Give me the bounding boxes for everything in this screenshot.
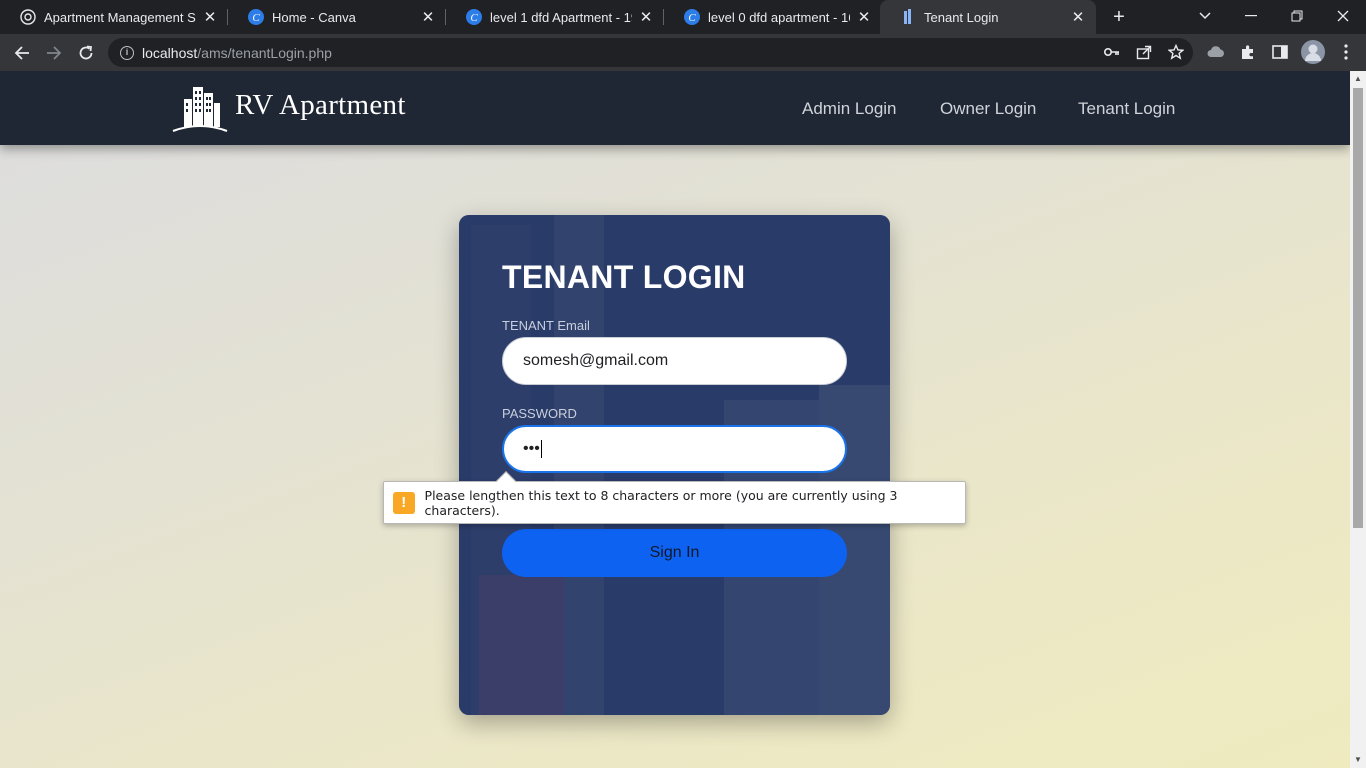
restore-icon[interactable] xyxy=(1274,0,1320,32)
extension-cloud-icon[interactable] xyxy=(1206,42,1226,62)
scroll-down-icon[interactable]: ▼ xyxy=(1354,755,1362,764)
sign-in-button[interactable]: Sign In xyxy=(502,529,847,577)
share-icon[interactable] xyxy=(1134,42,1154,62)
password-mask: ••• xyxy=(523,440,540,457)
tab-level0-dfd[interactable]: C level 0 dfd apartment - 1600 ✕ xyxy=(664,0,882,34)
tab-apartment-management[interactable]: Apartment Management Sys ✕ xyxy=(0,0,228,34)
canva-icon: C xyxy=(248,9,264,25)
close-window-icon[interactable] xyxy=(1320,0,1366,32)
scroll-up-icon[interactable]: ▲ xyxy=(1354,74,1362,83)
tab-title: level 0 dfd apartment - 1600 xyxy=(708,9,850,25)
bookmark-star-icon[interactable] xyxy=(1166,42,1186,62)
new-tab-icon[interactable]: + xyxy=(1108,6,1130,28)
svg-text:C: C xyxy=(252,12,260,24)
tab-title: Apartment Management Sys xyxy=(44,9,196,25)
close-icon[interactable]: ✕ xyxy=(638,8,654,26)
nav-tenant-login[interactable]: Tenant Login xyxy=(1078,99,1175,119)
building-logo-icon[interactable] xyxy=(172,83,228,133)
email-value: somesh@gmail.com xyxy=(523,352,669,369)
browser-toolbar: i localhost/ams/tenantLogin.php xyxy=(0,34,1366,71)
login-title: TENANT LOGIN xyxy=(502,259,746,295)
site-info-icon[interactable]: i xyxy=(120,45,134,60)
page-scrollbar[interactable]: ▲ ▼ xyxy=(1350,71,1366,768)
close-icon[interactable]: ✕ xyxy=(856,8,872,26)
browser-tabstrip: Apartment Management Sys ✕ C Home - Canv… xyxy=(0,0,1366,34)
email-field[interactable]: somesh@gmail.com xyxy=(502,337,847,385)
close-icon[interactable]: ✕ xyxy=(1070,8,1086,26)
warning-icon: ! xyxy=(393,491,415,514)
tab-tenant-login[interactable]: Tenant Login ✕ xyxy=(880,0,1096,34)
text-caret xyxy=(540,439,542,458)
extensions-puzzle-icon[interactable] xyxy=(1238,42,1258,62)
tab-title: Tenant Login xyxy=(924,9,999,25)
openai-icon xyxy=(20,9,36,25)
profile-avatar[interactable] xyxy=(1300,39,1326,65)
address-bar[interactable]: i localhost/ams/tenantLogin.php xyxy=(108,38,1193,67)
site-brand[interactable]: RV Apartment xyxy=(235,89,406,122)
tab-title: Home - Canva xyxy=(272,9,356,25)
forward-icon[interactable] xyxy=(42,41,66,65)
nav-owner-login[interactable]: Owner Login xyxy=(940,99,1036,119)
login-card: TENANT LOGIN TENANT Email somesh@gmail.c… xyxy=(459,215,890,715)
close-icon[interactable]: ✕ xyxy=(202,8,218,26)
canva-icon: C xyxy=(684,9,700,25)
building-icon xyxy=(900,9,916,25)
url-path: /ams/tenantLogin.php xyxy=(197,44,332,61)
email-label: TENANT Email xyxy=(502,318,590,333)
page-viewport: RV Apartment Admin Login Owner Login Ten… xyxy=(0,71,1350,768)
canva-icon: C xyxy=(466,9,482,25)
reload-icon[interactable] xyxy=(74,41,98,65)
side-panel-icon[interactable] xyxy=(1270,42,1290,62)
svg-text:C: C xyxy=(688,12,696,24)
key-icon[interactable] xyxy=(1102,42,1122,62)
scrollbar-thumb[interactable] xyxy=(1353,88,1363,528)
tab-home-canva[interactable]: C Home - Canva ✕ xyxy=(228,0,446,34)
url-host: localhost xyxy=(142,44,198,61)
back-icon[interactable] xyxy=(10,41,34,65)
password-field[interactable]: ••• xyxy=(502,425,847,473)
tab-title: level 1 dfd Apartment - 1920 xyxy=(490,9,632,25)
tab-level1-dfd[interactable]: C level 1 dfd Apartment - 1920 ✕ xyxy=(446,0,664,34)
svg-text:C: C xyxy=(470,12,478,24)
nav-admin-login[interactable]: Admin Login xyxy=(802,99,897,119)
minimize-icon[interactable] xyxy=(1228,0,1274,32)
tab-search-icon[interactable] xyxy=(1182,0,1228,32)
validation-tooltip: ! Please lengthen this text to 8 charact… xyxy=(383,471,966,524)
menu-kebab-icon[interactable] xyxy=(1336,42,1356,62)
site-header: RV Apartment Admin Login Owner Login Ten… xyxy=(0,71,1350,145)
validation-message: Please lengthen this text to 8 character… xyxy=(424,487,898,518)
password-label: PASSWORD xyxy=(502,406,577,421)
close-icon[interactable]: ✕ xyxy=(420,8,436,26)
